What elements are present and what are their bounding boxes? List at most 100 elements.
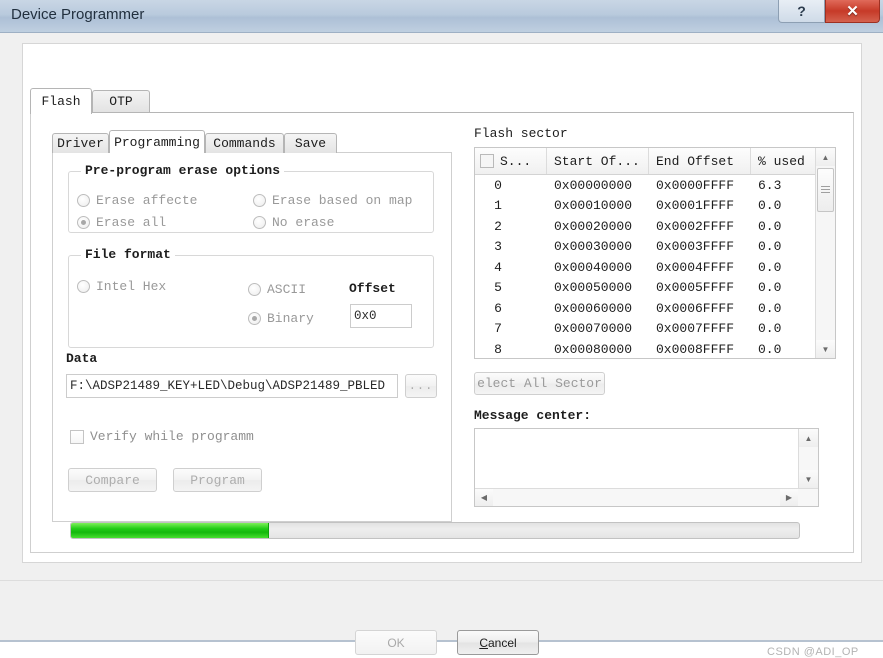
table-header-percent-used[interactable]: % used <box>751 148 815 174</box>
cell-sector: 3 <box>494 239 502 255</box>
close-icon[interactable]: ✕ <box>825 0 880 23</box>
cell-percent-used: 0.0 <box>758 259 782 275</box>
cell-end-offset: 0x0002FFFF <box>656 218 735 234</box>
message-vertical-scrollbar[interactable]: ▲ ▼ <box>798 429 818 488</box>
tab-commands[interactable]: Commands <box>205 133 284 153</box>
table-row[interactable]: 0 0x00000000 0x0000FFFF 6.3 <box>475 175 815 196</box>
cell-start-offset: 0x00080000 <box>554 341 633 357</box>
select-all-checkbox-icon[interactable] <box>480 154 494 168</box>
tab-save[interactable]: Save <box>284 133 337 153</box>
message-center-title: Message center: <box>474 408 592 423</box>
message-scroll-right-arrow-icon[interactable]: ▶ <box>780 489 798 506</box>
radio-erase-based-on-map-label: Erase based on map <box>272 193 413 208</box>
table-row[interactable]: 2 0x00020000 0x0002FFFF 0.0 <box>475 216 815 237</box>
cell-percent-used: 6.3 <box>758 177 782 193</box>
select-all-sector-button[interactable]: elect All Sector <box>474 372 605 395</box>
cell-sector: 4 <box>494 259 502 275</box>
radio-intel-hex[interactable]: Intel Hex <box>77 279 166 294</box>
tab-driver-label: Driver <box>57 136 104 151</box>
radio-no-erase-label: No erase <box>272 215 335 230</box>
message-scroll-up-arrow-icon[interactable]: ▲ <box>799 429 818 447</box>
table-row[interactable]: 4 0x00040000 0x0004FFFF 0.0 <box>475 257 815 278</box>
watermark: CSDN @ADI_OP <box>767 646 859 658</box>
radio-erase-based-on-map[interactable]: Erase based on map <box>253 193 412 208</box>
cell-percent-used: 0.0 <box>758 300 782 316</box>
table-header-end-offset[interactable]: End Offset <box>649 148 751 174</box>
table-header-sector[interactable]: S... <box>475 148 547 174</box>
table-row[interactable]: 6 0x00060000 0x0006FFFF 0.0 <box>475 298 815 319</box>
compare-button[interactable]: Compare <box>68 468 157 492</box>
cell-percent-used: 0.0 <box>758 198 782 214</box>
message-scroll-left-arrow-icon[interactable]: ◀ <box>475 489 493 506</box>
ok-button[interactable]: OK <box>355 630 437 655</box>
table-row[interactable]: 5 0x00050000 0x0005FFFF 0.0 <box>475 278 815 299</box>
radio-no-erase-indicator <box>253 216 266 229</box>
tab-save-label: Save <box>294 136 327 151</box>
scroll-up-arrow-icon[interactable]: ▲ <box>816 148 835 166</box>
table-vertical-scrollbar[interactable]: ▲ ▼ <box>815 148 835 358</box>
cell-end-offset: 0x0006FFFF <box>656 300 735 316</box>
radio-ascii[interactable]: ASCII <box>248 282 306 297</box>
help-icon[interactable]: ? <box>778 0 825 23</box>
cell-sector: 6 <box>494 300 502 316</box>
radio-intel-hex-indicator <box>77 280 90 293</box>
verify-checkbox-label: Verify while programm <box>90 429 254 444</box>
cell-sector: 7 <box>494 321 502 337</box>
verify-while-programming-checkbox[interactable]: Verify while programm <box>70 429 254 444</box>
radio-erase-based-on-map-indicator <box>253 194 266 207</box>
radio-binary-label: Binary <box>267 311 314 326</box>
device-programmer-window: Device Programmer ? ✕ OTP Flash Driver C… <box>0 0 883 658</box>
program-button[interactable]: Program <box>173 468 262 492</box>
help-glyph: ? <box>797 3 806 19</box>
radio-binary[interactable]: Binary <box>248 311 314 326</box>
cell-percent-used: 0.0 <box>758 280 782 296</box>
dialog-client-area: OTP Flash Driver Commands Save Programmi… <box>0 33 883 658</box>
table-row[interactable]: 7 0x00070000 0x0007FFFF 0.0 <box>475 319 815 340</box>
title-bar: Device Programmer ? ✕ <box>0 0 883 33</box>
table-header-sector-label: S... <box>500 153 532 169</box>
cell-end-offset: 0x0000FFFF <box>656 177 735 193</box>
cell-end-offset: 0x0003FFFF <box>656 239 735 255</box>
scroll-down-arrow-icon[interactable]: ▼ <box>816 340 835 358</box>
flash-sector-table: S... Start Of... End Offset % used 0 0x0… <box>474 147 836 359</box>
cancel-button[interactable]: Cancel <box>457 630 539 655</box>
cell-sector: 8 <box>494 341 502 357</box>
cancel-mnemonic: C <box>479 635 488 650</box>
cell-sector: 5 <box>494 280 502 296</box>
table-row[interactable]: 8 0x00080000 0x0008FFFF 0.0 <box>475 339 815 358</box>
message-scroll-down-arrow-icon[interactable]: ▼ <box>799 470 818 488</box>
tab-otp[interactable]: OTP <box>92 90 150 112</box>
tab-programming-label: Programming <box>114 134 200 150</box>
tab-flash[interactable]: Flash <box>30 88 92 114</box>
cell-end-offset: 0x0008FFFF <box>656 341 735 357</box>
table-header-percent-used-label: % used <box>758 153 805 169</box>
radio-erase-all-indicator <box>77 216 90 229</box>
radio-erase-all[interactable]: Erase all <box>77 215 166 230</box>
table-row[interactable]: 1 0x00010000 0x0001FFFF 0.0 <box>475 196 815 217</box>
radio-erase-affected[interactable]: Erase affecte <box>77 193 197 208</box>
radio-no-erase[interactable]: No erase <box>253 215 334 230</box>
data-path-input[interactable]: F:\ADSP21489_KEY+LED\Debug\ADSP21489_PBL… <box>66 374 398 398</box>
tab-commands-label: Commands <box>213 136 276 151</box>
cell-sector: 0 <box>494 177 502 193</box>
erase-group-legend: Pre-program erase options <box>81 163 285 178</box>
tab-driver[interactable]: Driver <box>52 133 109 153</box>
table-body: 0 0x00000000 0x0000FFFF 6.3 1 0x00010000… <box>475 175 815 358</box>
cancel-label-rest: ancel <box>487 635 517 650</box>
radio-ascii-label: ASCII <box>267 282 307 297</box>
cell-start-offset: 0x00010000 <box>554 198 633 214</box>
browse-button[interactable]: ... <box>405 374 437 398</box>
table-row[interactable]: 3 0x00030000 0x0003FFFF 0.0 <box>475 237 815 258</box>
radio-ascii-indicator <box>248 283 261 296</box>
tab-otp-label: OTP <box>109 94 133 109</box>
radio-erase-affected-indicator <box>77 194 90 207</box>
tab-programming[interactable]: Programming <box>109 130 205 153</box>
table-header-start-offset[interactable]: Start Of... <box>547 148 649 174</box>
scrollbar-thumb[interactable] <box>817 168 834 212</box>
tab-flash-label: Flash <box>41 94 81 109</box>
message-horizontal-scrollbar[interactable]: ◀ ▶ <box>475 488 818 506</box>
cell-percent-used: 0.0 <box>758 239 782 255</box>
message-center-textarea[interactable] <box>475 429 797 488</box>
offset-input[interactable]: 0x0 <box>350 304 412 328</box>
radio-intel-hex-label: Intel Hex <box>96 279 167 294</box>
